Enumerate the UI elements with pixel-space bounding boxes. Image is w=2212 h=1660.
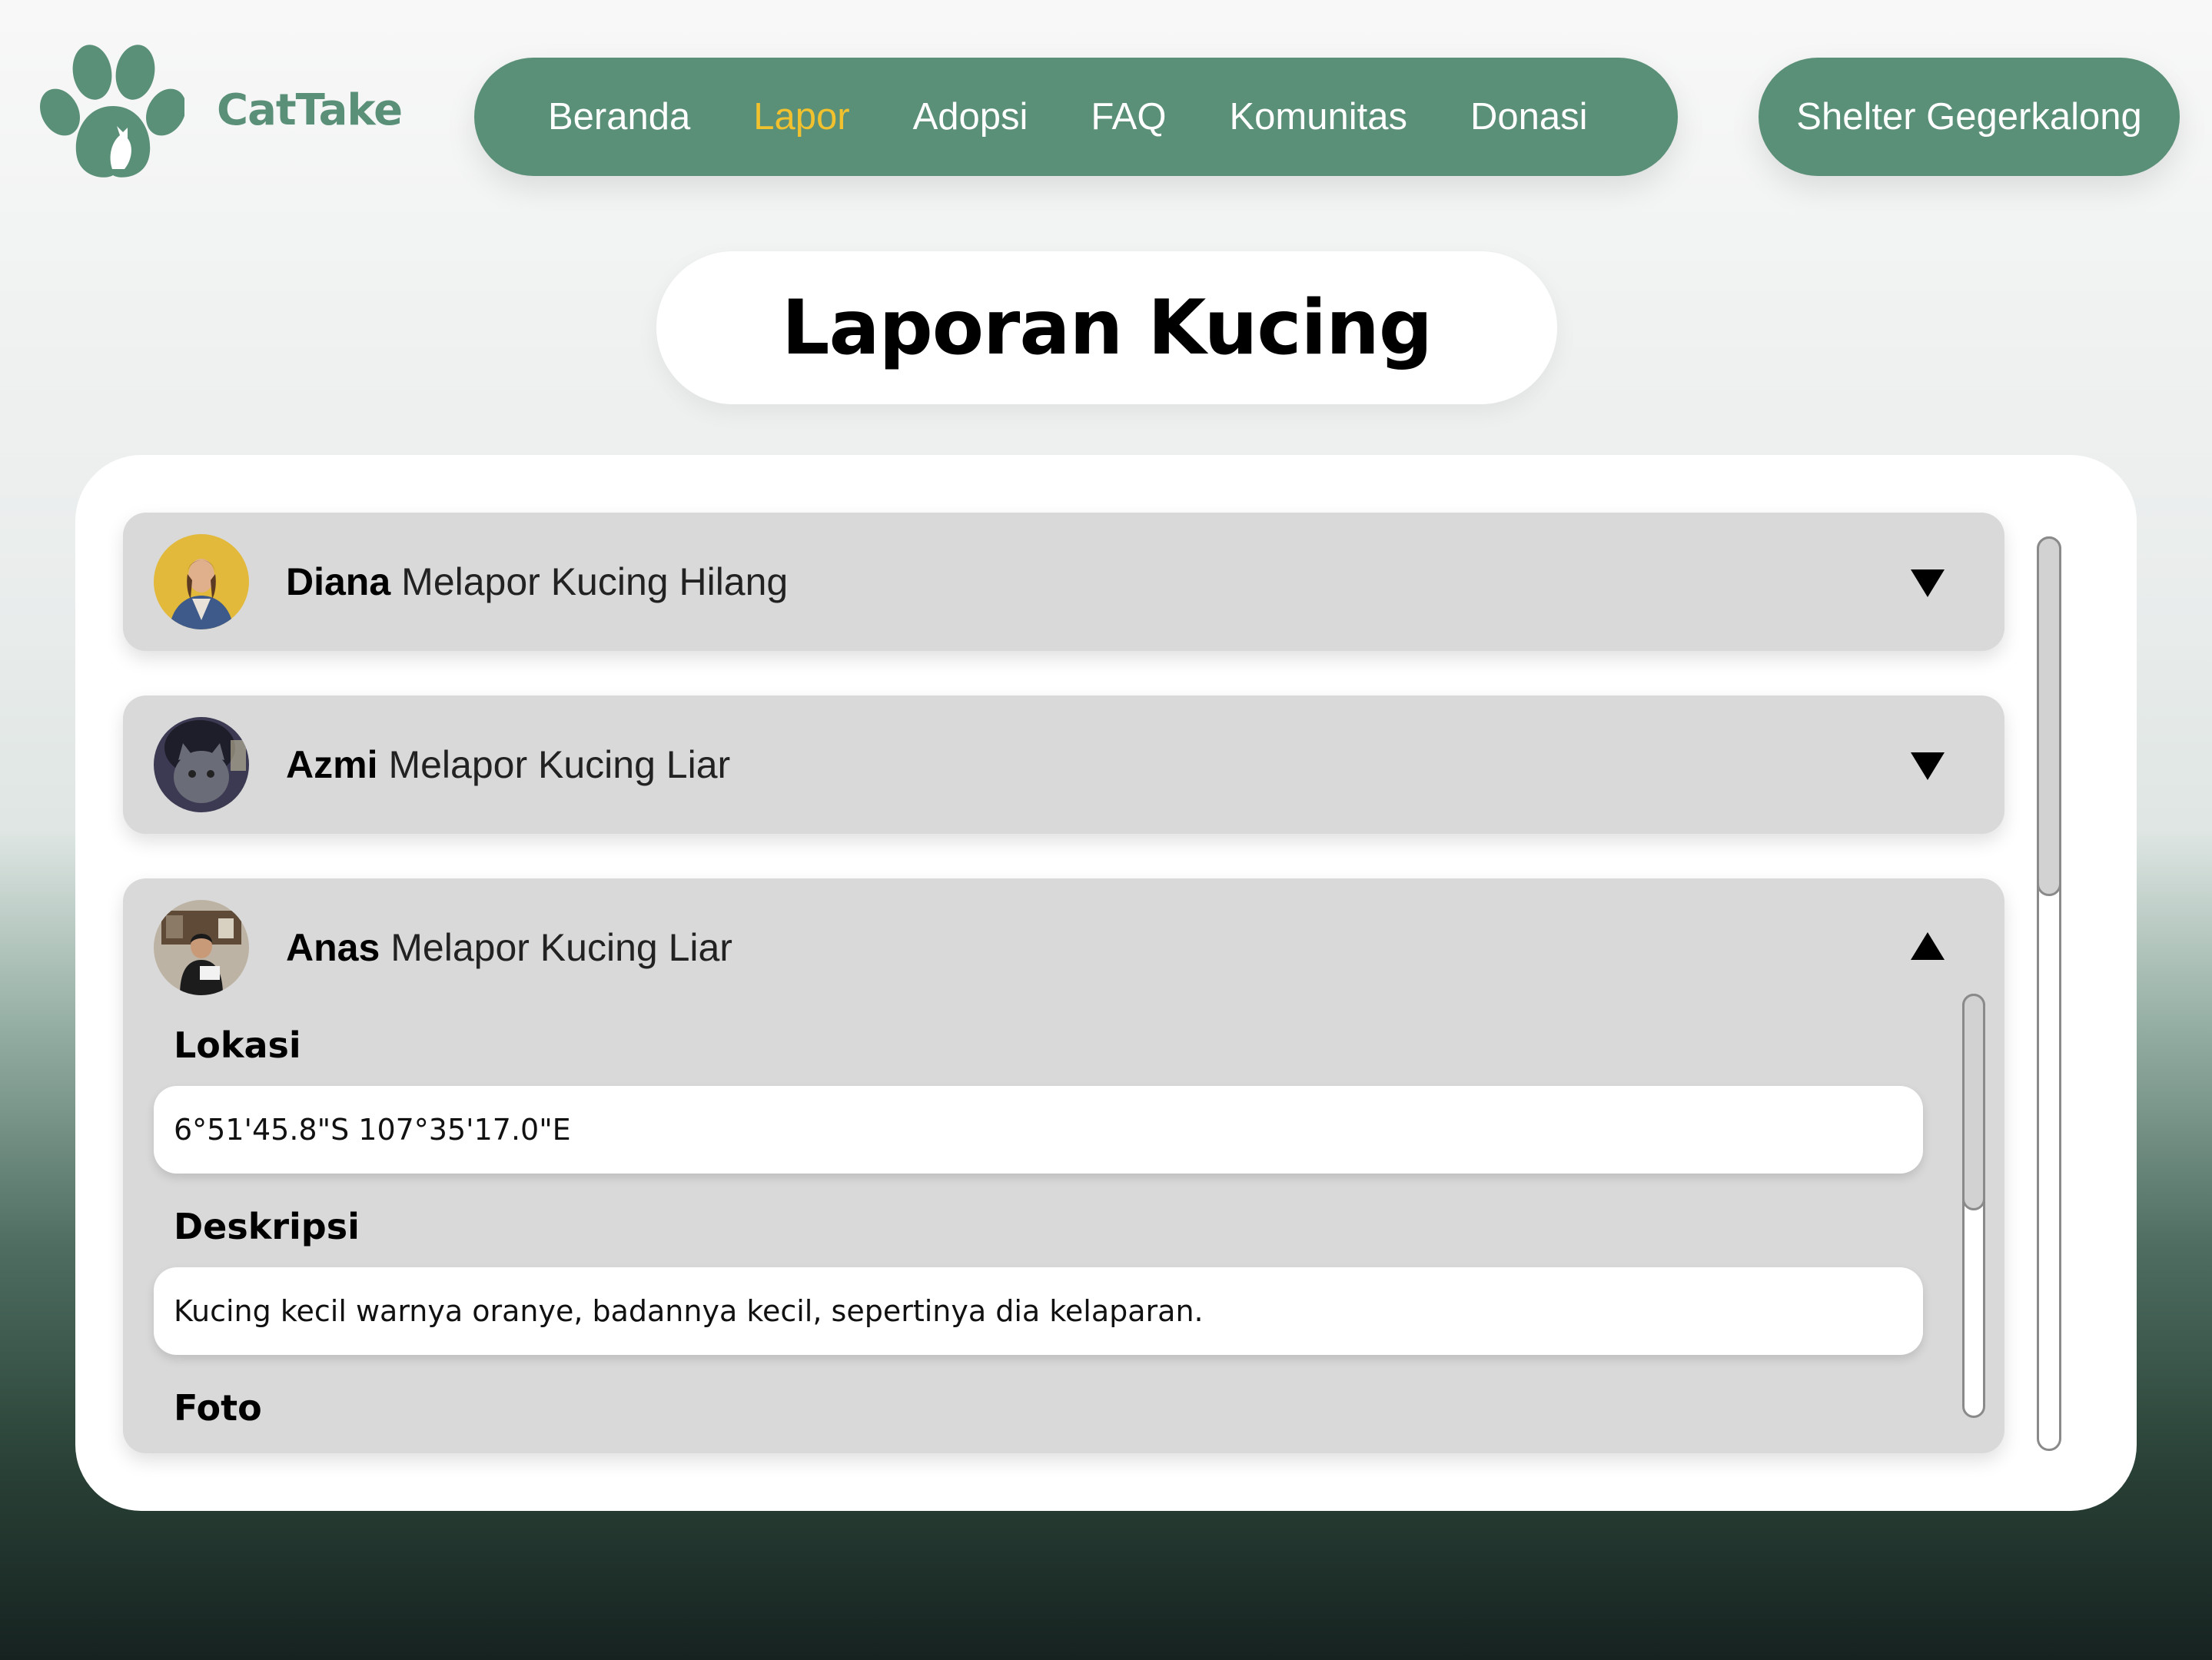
- card-scrollbar-thumb[interactable]: [1962, 994, 1985, 1210]
- report-title: Azmi Melapor Kucing Liar: [286, 696, 730, 834]
- chevron-up-icon[interactable]: [1906, 926, 1949, 969]
- nav-beranda[interactable]: Beranda: [548, 95, 690, 138]
- nav-lapor[interactable]: Lapor: [753, 95, 849, 138]
- nav-adopsi[interactable]: Adopsi: [913, 95, 1028, 138]
- panel-scrollbar[interactable]: [2037, 536, 2061, 1451]
- cattake-logo[interactable]: CatTake: [38, 40, 403, 180]
- report-card[interactable]: Azmi Melapor Kucing Liar: [123, 696, 2004, 834]
- main-nav: Beranda Lapor Adopsi FAQ Komunitas Donas…: [474, 58, 1678, 176]
- avatar: [154, 900, 249, 995]
- report-card-header[interactable]: Diana Melapor Kucing Hilang: [123, 513, 2004, 651]
- panel-scrollbar-thumb[interactable]: [2037, 536, 2061, 896]
- report-title: Diana Melapor Kucing Hilang: [286, 513, 788, 651]
- report-action: Melapor Kucing Hilang: [401, 560, 789, 603]
- reporter-name: Anas: [286, 926, 380, 969]
- deskripsi-label: Deskripsi: [174, 1206, 360, 1247]
- nav-komunitas[interactable]: Komunitas: [1229, 95, 1407, 138]
- report-title: Anas Melapor Kucing Liar: [286, 878, 732, 1017]
- nav-donasi[interactable]: Donasi: [1470, 95, 1588, 138]
- avatar: [154, 717, 249, 812]
- card-scrollbar[interactable]: [1962, 994, 1985, 1418]
- avatar: [154, 534, 249, 629]
- shelter-button[interactable]: Shelter Gegerkalong: [1759, 58, 2180, 176]
- report-card-expanded[interactable]: Anas Melapor Kucing Liar Lokasi 6°51'45.…: [123, 878, 2004, 1453]
- lokasi-field[interactable]: 6°51'45.8"S 107°35'17.0"E: [154, 1086, 1923, 1174]
- reporter-name: Azmi: [286, 743, 378, 786]
- report-card-header[interactable]: Azmi Melapor Kucing Liar: [123, 696, 2004, 834]
- paw-cat-logo-icon: [40, 45, 184, 178]
- chevron-down-icon[interactable]: [1906, 560, 1949, 603]
- lokasi-label: Lokasi: [174, 1024, 301, 1066]
- nav-faq[interactable]: FAQ: [1091, 95, 1166, 138]
- report-action: Melapor Kucing Liar: [390, 926, 732, 969]
- report-card[interactable]: Diana Melapor Kucing Hilang: [123, 513, 2004, 651]
- page-title-container: Laporan Kucing: [656, 251, 1557, 404]
- app-name: CatTake: [217, 85, 403, 135]
- page-title: Laporan Kucing: [782, 284, 1433, 372]
- report-action: Melapor Kucing Liar: [388, 743, 731, 786]
- chevron-down-icon[interactable]: [1906, 743, 1949, 786]
- foto-label: Foto: [174, 1387, 262, 1429]
- report-card-header[interactable]: Anas Melapor Kucing Liar: [123, 878, 2004, 1017]
- deskripsi-field[interactable]: Kucing kecil warnya oranye, badannya kec…: [154, 1267, 1923, 1355]
- reporter-name: Diana: [286, 560, 391, 603]
